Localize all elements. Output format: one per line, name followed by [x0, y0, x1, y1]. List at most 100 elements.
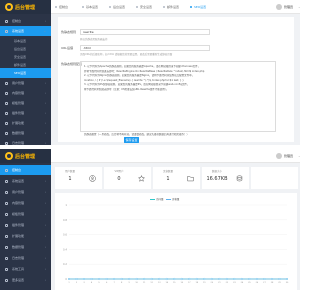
sidebar-item-rest-0[interactable]: 用户管理 ›: [0, 78, 51, 88]
x-tick-label: 2: [76, 282, 78, 284]
x-tick-label: 14: [165, 282, 168, 284]
textarea-line: [84, 124, 272, 128]
rewrite-rules-textarea[interactable]: 1. 以下代码为Apache伪静态规则，如果您的服务器是Apache，请在网站根…: [80, 61, 276, 136]
data-point: [135, 277, 138, 280]
data-point: [225, 277, 228, 280]
sidebar-item-6[interactable]: 扩展功能 ›: [0, 231, 51, 241]
sidebar-item-3[interactable]: 内容管理 ›: [0, 198, 51, 208]
menu-label: 系统工具: [12, 267, 25, 271]
sidebar-item-8[interactable]: 日志管理 ›: [0, 253, 51, 263]
brand-title: 后台管理: [15, 154, 36, 160]
menu-icon: [5, 179, 8, 183]
sidebar-item-4[interactable]: 模板管理 ›: [0, 209, 51, 219]
textarea-line: [84, 97, 272, 101]
chevron-down-icon[interactable]: ⌄: [298, 4, 300, 10]
menu-icon: [5, 212, 8, 216]
sidebar-item-2[interactable]: 用户管理 ›: [0, 187, 51, 197]
menu-icon: [5, 91, 8, 95]
stat-label: VIP用户: [114, 170, 124, 173]
x-tick-label: 3: [83, 282, 85, 284]
sidebar-item-7[interactable]: 数据管理 ›: [0, 242, 51, 252]
sidebar-item-1[interactable]: 系统设置 ⌄: [0, 26, 51, 36]
textarea-line: [84, 106, 272, 110]
x-tick-label: 18: [196, 282, 199, 284]
suffix-input[interactable]: .html: [80, 45, 210, 51]
sidebar-item-rest-6[interactable]: 日志管理 ›: [0, 138, 51, 145]
x-tick-label: 20: [211, 282, 214, 284]
username[interactable]: 管理员: [284, 153, 293, 159]
x-tick-label: 15: [173, 282, 176, 284]
menu-label: 模板管理: [12, 212, 25, 216]
x-tick-label: 29: [278, 282, 281, 284]
x-tick-label: 16: [180, 282, 183, 284]
menu-icon: [5, 81, 8, 85]
sidebar-item-5[interactable]: 插件管理 ›: [0, 220, 51, 230]
data-point: [203, 277, 206, 280]
x-tick-label: 27: [263, 282, 266, 284]
brand-title: 后台管理: [15, 5, 36, 11]
sidebar-item-rest-4[interactable]: 扩展功能 ›: [0, 118, 51, 128]
logo-icon: [5, 152, 13, 160]
sidebar-item-rest-1[interactable]: 内容管理 ›: [0, 88, 51, 98]
data-point: [233, 277, 236, 280]
stats-row: 用户数量 1 VIP用户 0 文章数量 1 数据大小 16.67KB: [55, 167, 298, 189]
tab-2[interactable]: 后台设置: [109, 4, 125, 10]
x-tick-label: 28: [271, 282, 274, 284]
menu-icon: [5, 278, 8, 282]
y-tick-label: 0.4: [63, 247, 67, 251]
x-tick-label: 25: [248, 282, 251, 284]
x-tick-label: 9: [128, 282, 130, 284]
stat-label: 用户数量: [64, 170, 75, 173]
sidebar-item-0[interactable]: 控制台 ›: [0, 16, 51, 26]
brand: 后台管理: [0, 149, 51, 163]
y-tick-label: 1: [65, 203, 67, 207]
x-tick-label: 24: [241, 282, 244, 284]
tab-5[interactable]: SEO设置: [190, 4, 206, 10]
tab-1[interactable]: 基本设置: [82, 4, 98, 10]
rewrite-input[interactable]: rewrite: [80, 29, 210, 35]
sidebar: 后台管理 控制台 › 系统设置 ⌄ 基本设置 后台设置 安全设置 邮件设置 SEO设置 用户管理 ›…: [0, 0, 51, 145]
textarea-line: 将下面代码复制进去即可（注意：IIS需要安装URL Rewrite组件才能使用）…: [84, 87, 169, 91]
textarea-line: [84, 101, 272, 105]
stat-label: 数据大小: [211, 170, 222, 173]
x-tick-label: 1: [68, 282, 70, 284]
chevron-icon: ›: [44, 91, 46, 95]
stat-card-vip: VIP用户 0: [104, 167, 151, 189]
tab-3[interactable]: 安全设置: [136, 4, 152, 10]
chevron-icon: ›: [44, 111, 46, 115]
sidebar-item-9[interactable]: 系统工具 ›: [0, 264, 51, 274]
save-button[interactable]: 保存设置: [124, 137, 139, 143]
textarea-line: 并将下面代码复制进去即可：RewriteEngine On RewriteBas…: [84, 69, 205, 73]
sidebar-item-rest-2[interactable]: 模板管理 ›: [0, 98, 51, 108]
x-tick-label: 12: [150, 282, 153, 284]
data-point: [188, 277, 191, 280]
brand: 后台管理: [0, 0, 51, 14]
sidebar-subitem-4[interactable]: SEO设置: [0, 68, 51, 78]
top-header: 管理员 ⌄: [51, 149, 300, 163]
textarea-line: [84, 128, 272, 132]
data-point: [210, 277, 213, 280]
chevron-down-icon[interactable]: ⌄: [298, 153, 300, 159]
x-tick-label: 10: [135, 282, 138, 284]
tab-0[interactable]: 控制台: [55, 4, 68, 10]
data-point: [75, 277, 78, 280]
menu-label: 更多设置: [12, 278, 25, 282]
data-point: [83, 277, 86, 280]
sidebar-item-rest-3[interactable]: 插件管理 ›: [0, 108, 51, 118]
chevron-icon: ›: [44, 101, 46, 105]
tab-4[interactable]: 邮件设置: [163, 4, 179, 10]
sidebar-item-1[interactable]: 系统设置 ›: [0, 176, 51, 186]
textarea-line: [84, 92, 272, 96]
avatar[interactable]: [276, 4, 282, 10]
sidebar-item-0[interactable]: 控制台: [0, 165, 51, 175]
sidebar-item-rest-5[interactable]: 数据管理 ›: [0, 128, 51, 138]
username[interactable]: 管理员: [284, 4, 293, 10]
chevron-icon: ⌄: [43, 29, 46, 33]
data-point: [270, 277, 273, 280]
logo-icon: [5, 3, 13, 11]
sidebar-item-10[interactable]: 更多设置 ›: [0, 275, 51, 285]
avatar[interactable]: [276, 153, 282, 159]
data-point: [98, 277, 101, 280]
data-point: [240, 277, 243, 280]
data-point: [263, 277, 266, 280]
